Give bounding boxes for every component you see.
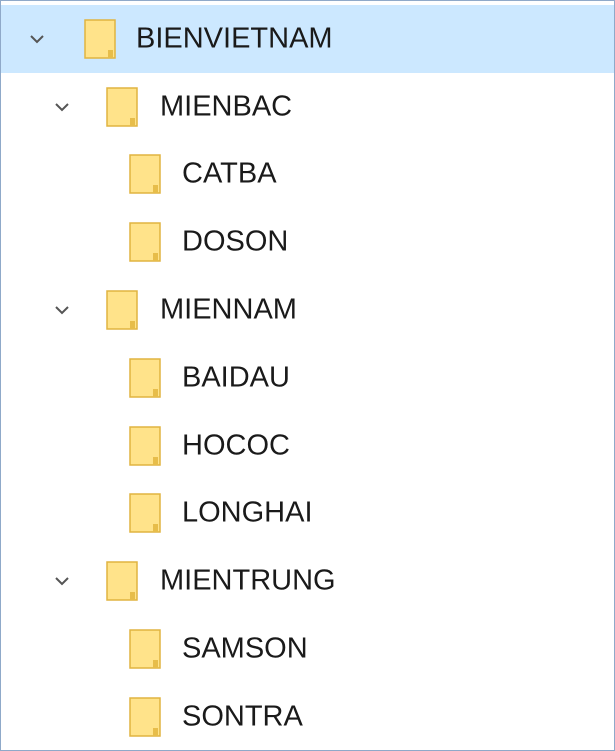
tree-node-sontra[interactable]: SONTRA [1,683,614,750]
tree-node-label: LONGHAI [182,496,313,529]
tree-node-label: MIENBAC [160,90,293,123]
tree-node-label: SONTRA [182,700,303,733]
tree-node-label: CATBA [182,157,277,190]
tree-node-samson[interactable]: SAMSON [1,615,614,683]
folder-icon [129,629,161,669]
folder-icon [129,425,161,466]
tree-node-miennam[interactable]: MIENNAM [1,276,614,344]
tree-node-label: DOSON [182,225,289,258]
tree-node-hococ[interactable]: HOCOC [1,412,614,480]
tree-node-mientrung[interactable]: MIENTRUNG [1,547,614,615]
folder-icon [84,19,116,59]
folder-icon [129,222,161,263]
folder-icon [106,86,138,127]
tree-node-mienbac[interactable]: MIENBAC [1,73,614,141]
tree-node-label: MIENNAM [160,293,297,326]
chevron-down-icon[interactable] [52,97,72,117]
chevron-down-icon[interactable] [52,300,72,320]
tree-node-bienvietnam[interactable]: BIENVIETNAM [1,5,614,73]
folder-icon [129,493,161,534]
folder-icon [106,561,138,602]
tree-node-label: BAIDAU [182,361,290,394]
tree-node-label: BIENVIETNAM [136,22,333,55]
tree-node-doson[interactable]: DOSON [1,208,614,276]
tree-node-longhai[interactable]: LONGHAI [1,480,614,548]
folder-tree-panel: BIENVIETNAM MIENBAC CATBA DOSON MIENNAM … [0,0,615,751]
tree-node-label: SAMSON [182,632,308,665]
tree-node-baidau[interactable]: BAIDAU [1,344,614,412]
chevron-down-icon[interactable] [27,29,47,49]
tree-node-label: HOCOC [182,429,290,462]
folder-icon [129,697,161,737]
folder-icon [129,358,161,398]
folder-icon [129,154,161,195]
tree-node-label: MIENTRUNG [160,564,336,597]
folder-tree: BIENVIETNAM MIENBAC CATBA DOSON MIENNAM … [1,5,614,750]
tree-node-catba[interactable]: CATBA [1,141,614,209]
folder-icon [106,290,138,330]
chevron-down-icon[interactable] [52,571,72,591]
